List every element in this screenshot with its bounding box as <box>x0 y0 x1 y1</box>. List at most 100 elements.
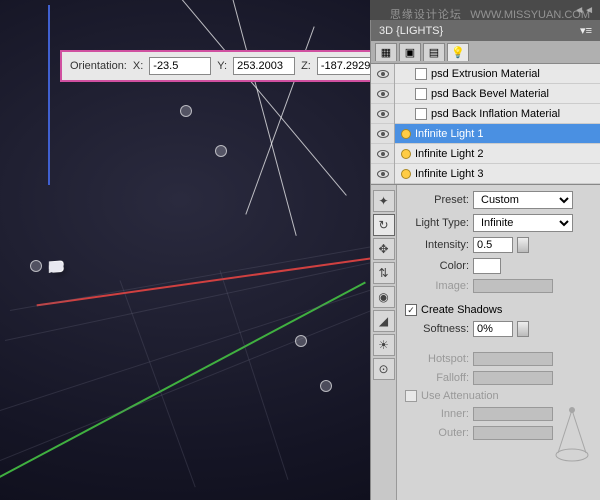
image-slot <box>473 279 553 293</box>
text-3d-object[interactable]: PSD <box>50 193 57 293</box>
eye-icon <box>377 90 389 98</box>
list-item-label: Infinite Light 3 <box>415 168 484 180</box>
list-item-label: Infinite Light 1 <box>415 128 484 140</box>
axis-z <box>48 5 50 185</box>
tool-point-light-icon[interactable]: ◉ <box>373 286 395 308</box>
falloff-slot <box>473 371 553 385</box>
tab-lights-icon[interactable]: 💡 <box>447 43 469 61</box>
color-label: Color: <box>405 260 469 272</box>
tab-material-icon[interactable]: ▤ <box>423 43 445 61</box>
light-handle[interactable] <box>180 105 192 117</box>
panel-filter-tabs: ▦ ▣ ▤ 💡 <box>371 41 600 64</box>
lighttype-select[interactable]: Infinite <box>473 214 573 232</box>
light-icon <box>401 149 411 159</box>
visibility-toggle[interactable] <box>371 124 394 144</box>
properties-section: ✦ ↻ ✥ ⇅ ◉ ◢ ☀ ⊙ Preset: Custom Light Type… <box>371 185 600 500</box>
tab-scene-icon[interactable]: ▦ <box>375 43 397 61</box>
visibility-toggle[interactable] <box>371 104 394 124</box>
list-item-material[interactable]: psd Back Inflation Material <box>395 104 600 124</box>
falloff-label: Falloff: <box>405 372 469 384</box>
grid-line <box>0 310 371 461</box>
orientation-label: Orientation: <box>70 60 127 72</box>
intensity-input[interactable] <box>473 237 513 253</box>
list-item-light[interactable]: Infinite Light 1 <box>395 124 600 144</box>
grid-line <box>120 280 196 487</box>
axis-y <box>0 282 366 481</box>
inner-slot <box>473 407 553 421</box>
intensity-slider[interactable] <box>517 237 529 253</box>
visibility-toggle[interactable] <box>371 64 394 84</box>
light-guide[interactable] <box>153 0 347 196</box>
light-guide[interactable] <box>223 0 296 236</box>
eye-icon <box>377 70 389 78</box>
panel-menu-icon[interactable]: ▾≡ <box>580 24 592 37</box>
tool-slide-light[interactable]: ⇅ <box>373 262 395 284</box>
lights-panel: 3D {LIGHTS} ▾≡ ▦ ▣ ▤ 💡 psd Extrusion Mat… <box>370 20 600 500</box>
inner-label: Inner: <box>405 408 469 420</box>
eye-icon <box>377 150 389 158</box>
grid-line <box>220 270 289 480</box>
hotspot-slot <box>473 352 553 366</box>
tool-pan-light[interactable]: ✥ <box>373 238 395 260</box>
list-item-light[interactable]: Infinite Light 2 <box>395 144 600 164</box>
panel-title: 3D {LIGHTS} <box>379 25 443 37</box>
scene-list: psd Extrusion Material psd Back Bevel Ma… <box>371 64 600 185</box>
light-icon <box>401 169 411 179</box>
eye-icon <box>377 110 389 118</box>
visibility-toggle[interactable] <box>371 84 394 104</box>
light-icon <box>401 129 411 139</box>
light-handle[interactable] <box>295 335 307 347</box>
softness-label: Softness: <box>405 323 469 335</box>
outer-slot <box>473 426 553 440</box>
orientation-y-input[interactable] <box>233 57 295 75</box>
y-label: Y: <box>217 60 227 72</box>
preset-label: Preset: <box>405 194 469 206</box>
grid-line <box>5 257 396 341</box>
tool-rotate-light[interactable]: ↻ <box>373 214 395 236</box>
light-handle[interactable] <box>215 145 227 157</box>
orientation-readout: Orientation: X: Y: Z: <box>60 50 389 82</box>
light-handle[interactable] <box>320 380 332 392</box>
tool-toggle-lights[interactable]: ⊙ <box>373 358 395 380</box>
watermark: 思缘设计论坛 WWW.MISSYUAN.COM <box>390 6 590 22</box>
shadows-checkbox[interactable]: ✓ <box>405 304 417 316</box>
panel-header[interactable]: 3D {LIGHTS} ▾≡ <box>371 20 600 41</box>
tab-mesh-icon[interactable]: ▣ <box>399 43 421 61</box>
softness-slider[interactable] <box>517 321 529 337</box>
list-item-material[interactable]: psd Back Bevel Material <box>395 84 600 104</box>
tool-spot-light-icon[interactable]: ◢ <box>373 310 395 332</box>
grid-line <box>0 286 381 411</box>
visibility-column <box>371 64 395 184</box>
x-label: X: <box>133 60 143 72</box>
attenuation-label: Use Attenuation <box>421 390 499 402</box>
color-swatch[interactable] <box>473 258 501 274</box>
material-icon <box>415 108 427 120</box>
orientation-x-input[interactable] <box>149 57 211 75</box>
image-label: Image: <box>405 280 469 292</box>
shadows-label: Create Shadows <box>421 304 502 316</box>
outer-label: Outer: <box>405 427 469 439</box>
material-icon <box>415 68 427 80</box>
list-item-light[interactable]: Infinite Light 3 <box>395 164 600 184</box>
visibility-toggle[interactable] <box>371 164 394 184</box>
intensity-label: Intensity: <box>405 239 469 251</box>
list-item-label: psd Back Bevel Material <box>431 88 549 100</box>
lighttype-label: Light Type: <box>405 217 469 229</box>
list-item-label: psd Extrusion Material <box>431 68 540 80</box>
visibility-toggle[interactable] <box>371 144 394 164</box>
list-item-label: Infinite Light 2 <box>415 148 484 160</box>
material-icon <box>415 88 427 100</box>
softness-input[interactable] <box>473 321 513 337</box>
preset-select[interactable]: Custom <box>473 191 573 209</box>
z-label: Z: <box>301 60 311 72</box>
grid-line <box>10 241 404 311</box>
list-item-material[interactable]: psd Extrusion Material <box>395 64 600 84</box>
attenuation-checkbox <box>405 390 417 402</box>
light-cone-diagram <box>552 405 592 465</box>
light-handle[interactable] <box>30 260 42 272</box>
tool-new-light[interactable]: ✦ <box>373 190 395 212</box>
list-item-label: psd Back Inflation Material <box>431 108 560 120</box>
tool-infinite-light-icon[interactable]: ☀ <box>373 334 395 356</box>
eye-icon <box>377 130 389 138</box>
eye-icon <box>377 170 389 178</box>
